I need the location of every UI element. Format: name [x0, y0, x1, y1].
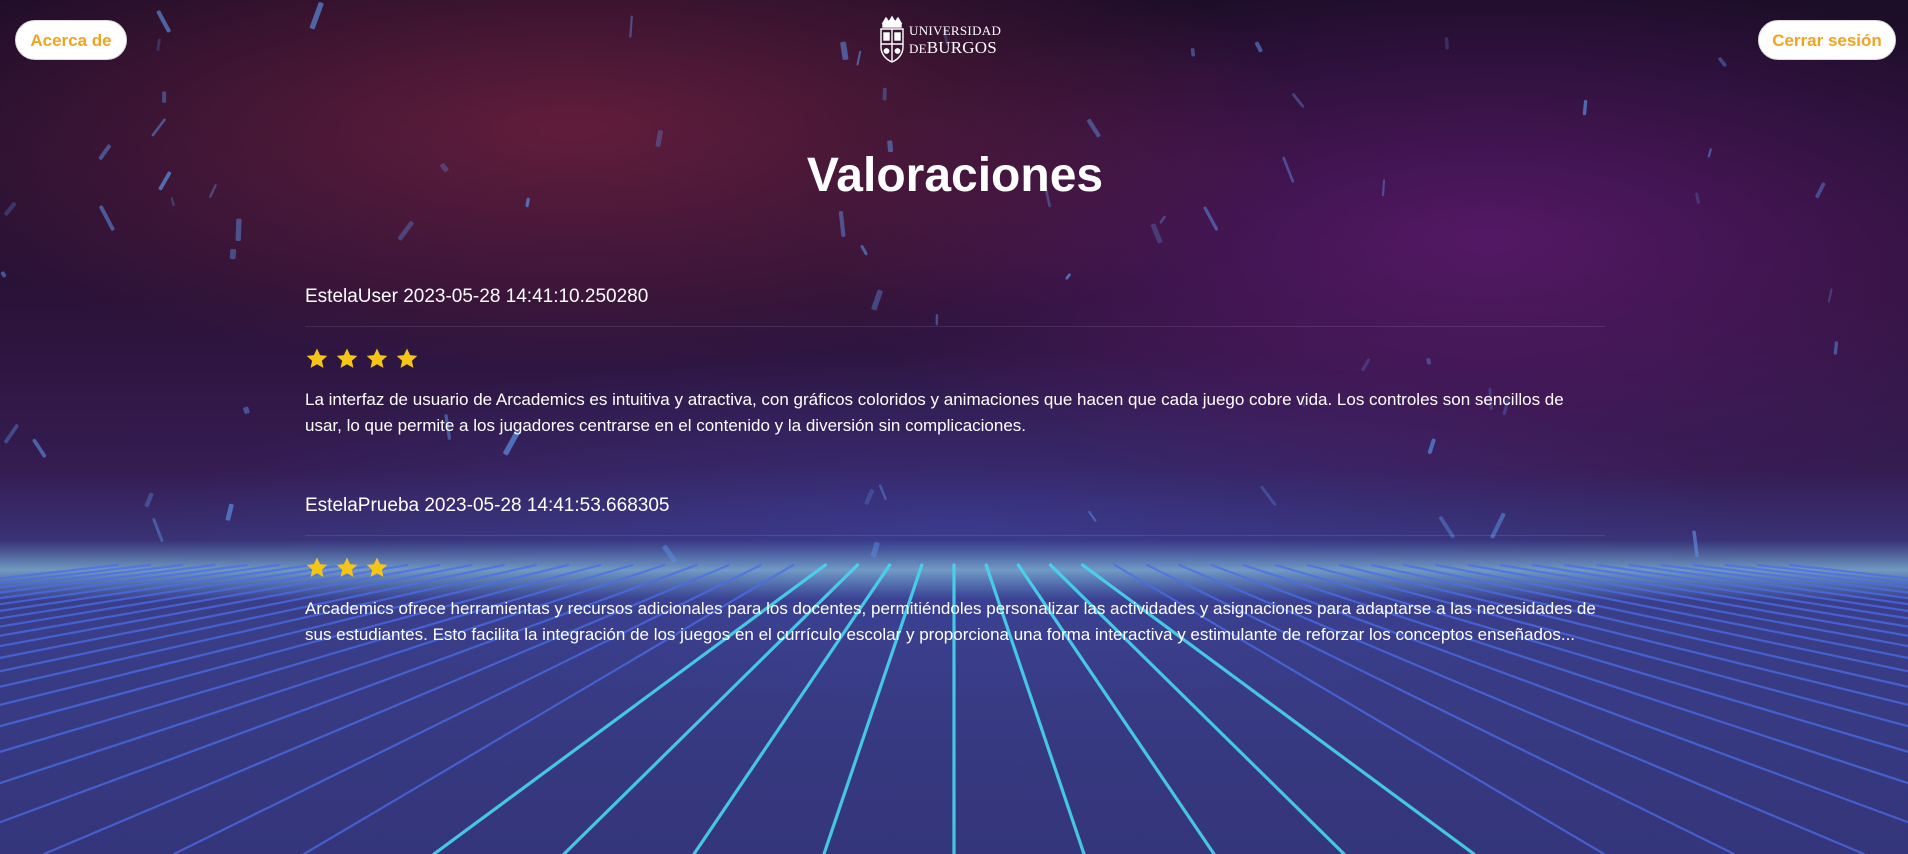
particle	[1815, 182, 1826, 199]
grid-line	[1628, 563, 1908, 606]
particle	[1203, 206, 1219, 231]
particle	[397, 220, 414, 241]
about-button[interactable]: Acerca de	[15, 20, 127, 60]
particle	[209, 184, 217, 198]
star-icon	[336, 557, 358, 577]
particle	[655, 130, 663, 147]
review-header: EstelaPrueba 2023-05-28 14:41:53.668305	[305, 495, 670, 516]
particle	[170, 197, 175, 207]
grid-line	[0, 563, 345, 620]
particle	[1427, 438, 1436, 455]
particle	[243, 406, 250, 414]
particle	[99, 205, 115, 231]
particle	[1086, 118, 1101, 138]
particle	[151, 118, 166, 137]
particle	[225, 503, 234, 521]
particle	[882, 87, 887, 101]
star-icon	[366, 348, 388, 368]
particle	[1150, 223, 1163, 244]
divider	[305, 535, 1605, 536]
particle	[162, 91, 167, 103]
particle	[1833, 341, 1839, 355]
particle	[158, 171, 172, 191]
particle	[4, 424, 19, 444]
star-icon	[336, 348, 358, 368]
review-card: EstelaPrueba 2023-05-28 14:41:53.668305 …	[305, 489, 1605, 648]
particle	[860, 245, 868, 256]
top-bar: Acerca de UNIVERSIDAD DEBURGOS Cerrar se…	[0, 0, 1908, 84]
star-icon	[306, 348, 328, 368]
review-text: La interfaz de usuario de Arcademics es …	[305, 390, 1564, 435]
logo-line-2: DEBURGOS	[909, 39, 1001, 56]
star-icon	[366, 557, 388, 577]
particle	[1159, 215, 1166, 224]
university-crest-icon	[880, 15, 904, 63]
review-header: EstelaUser 2023-05-28 14:41:10.250280	[305, 286, 649, 307]
divider	[305, 326, 1605, 327]
grid-line	[1563, 563, 1908, 620]
logout-button[interactable]: Cerrar sesión	[1758, 20, 1896, 60]
particle	[1707, 148, 1712, 158]
review-card: EstelaUser 2023-05-28 14:41:10.250280 La…	[305, 280, 1605, 439]
particle	[235, 218, 242, 242]
logo-line-2-prefix: DE	[909, 41, 927, 56]
particle	[838, 210, 846, 237]
particle	[144, 492, 154, 508]
particle	[4, 202, 17, 216]
star-icon	[306, 557, 328, 577]
grid-line	[0, 563, 280, 606]
star-icon	[396, 348, 418, 368]
star-rating	[305, 347, 1605, 377]
particle	[1582, 100, 1588, 116]
star-rating	[305, 556, 1605, 586]
logo-line-2-main: BURGOS	[926, 38, 997, 57]
particle	[98, 144, 111, 160]
particle	[32, 438, 47, 458]
page-title: Valoraciones	[806, 149, 1104, 202]
review-text: Arcademics ofrece herramientas y recurso…	[305, 599, 1596, 644]
particle	[1292, 93, 1305, 108]
particle	[1695, 192, 1700, 204]
particle	[0, 271, 7, 278]
particle	[1827, 288, 1833, 303]
logo-line-1: UNIVERSIDAD	[909, 23, 1002, 38]
university-logo[interactable]: UNIVERSIDAD DEBURGOS	[878, 14, 1001, 66]
particle	[152, 518, 164, 543]
particle	[229, 248, 237, 260]
